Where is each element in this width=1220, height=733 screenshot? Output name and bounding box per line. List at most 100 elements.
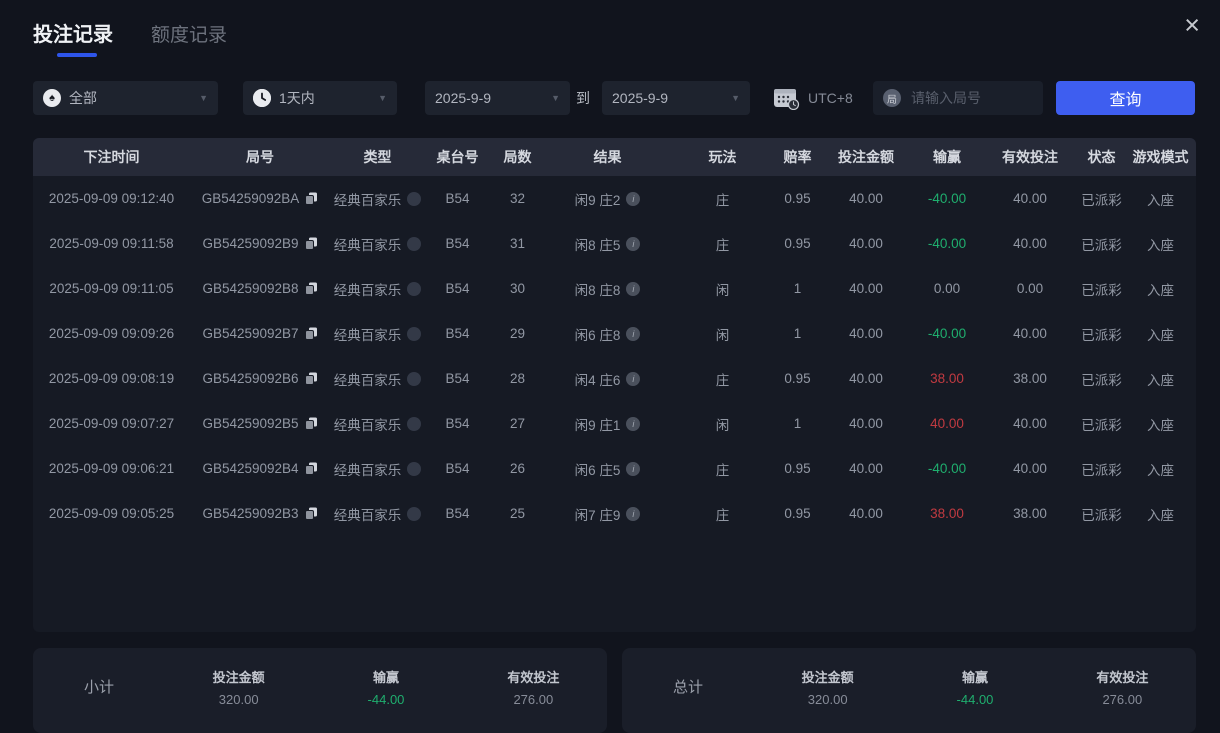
table-row: 2025-09-09 09:12:40 GB54259092BA 经典百家乐 B…	[33, 176, 1196, 221]
info-icon[interactable]: i	[626, 191, 641, 206]
table-header-cell: 游戏模式	[1132, 149, 1189, 165]
table-header-cell: 结果	[593, 149, 622, 165]
table-header-cell: 输赢	[933, 149, 961, 165]
cell-valid-bet: 40.00	[1013, 461, 1047, 476]
info-icon[interactable]: i	[626, 506, 641, 521]
total-panel: 总计 投注金额 320.00 输赢 -44.00 有效投注 276.00	[622, 648, 1196, 733]
cell-bet-time: 2025-09-09 09:05:25	[48, 506, 175, 521]
cell-valid-bet: 40.00	[1013, 191, 1047, 206]
cell-bet-time: 2025-09-09 09:11:05	[49, 281, 174, 296]
cell-game-type: 经典百家乐	[330, 324, 425, 344]
time-range-value: 1天内	[279, 90, 315, 106]
tab-betting-records[interactable]: 投注记录	[33, 18, 113, 57]
round-number-input[interactable]	[909, 89, 1033, 107]
info-icon[interactable]: i	[626, 281, 641, 296]
records-table: 下注时间 局号 类型 桌台号 局数 结果 玩法 赔率 投注金额 输赢 有效投注 状态 游戏模式 2025…	[33, 138, 1196, 632]
date-from-select[interactable]: 2025-9-9 ▼	[425, 81, 570, 115]
cell-game-type: 经典百家乐	[330, 414, 425, 434]
date-to-value: 2025-9-9	[612, 90, 669, 106]
cell-round-id: GB54259092B5	[190, 416, 330, 431]
cell-status: 已派彩	[1081, 417, 1122, 433]
cell-play: 闲	[715, 282, 730, 298]
table-header-cell: 有效投注	[1002, 149, 1058, 165]
cell-status: 已派彩	[1081, 462, 1122, 478]
round-badge-icon: 局	[883, 89, 901, 107]
cell-round-id: GB54259092B7	[190, 326, 330, 341]
copy-icon[interactable]	[304, 462, 318, 475]
subtotal-winloss: 输赢 -44.00	[367, 670, 405, 707]
table-row: 2025-09-09 09:11:05 GB54259092B8 经典百家乐 B…	[33, 266, 1196, 311]
info-icon[interactable]: i	[626, 461, 641, 476]
total-winloss: 输赢 -44.00	[956, 670, 994, 707]
date-to-select[interactable]: 2025-9-9 ▼	[602, 81, 750, 115]
total-valid-bet: 有效投注 276.00	[1096, 670, 1149, 707]
cell-table-no: B54	[445, 191, 470, 206]
cell-result: 闲7 庄9 i	[545, 504, 670, 524]
cell-round-id: GB54259092BA	[190, 191, 330, 206]
close-icon[interactable]: ×	[1178, 10, 1206, 41]
cell-bet-time: 2025-09-09 09:12:40	[48, 191, 175, 206]
cell-game-mode: 入座	[1147, 462, 1174, 478]
cell-bet-amount: 40.00	[849, 281, 883, 296]
info-icon[interactable]: i	[626, 236, 641, 251]
copy-icon[interactable]	[304, 507, 318, 520]
cell-table-no: B54	[445, 281, 470, 296]
copy-icon[interactable]	[304, 327, 318, 340]
info-icon[interactable]: i	[626, 416, 641, 431]
game-type-value: 全部	[69, 90, 97, 106]
copy-icon[interactable]	[304, 417, 318, 430]
cell-play: 庄	[715, 237, 730, 253]
subtotal-valid-bet: 有效投注 276.00	[507, 670, 560, 707]
spade-icon: ♠	[43, 89, 61, 107]
cell-odds: 1	[793, 281, 802, 296]
cell-bet-time: 2025-09-09 09:06:21	[48, 461, 175, 476]
cell-bet-amount: 40.00	[849, 416, 883, 431]
cell-odds: 0.95	[784, 371, 811, 386]
cell-result: 闲8 庄8 i	[545, 279, 670, 299]
table-row: 2025-09-09 09:05:25 GB54259092B3 经典百家乐 B…	[33, 491, 1196, 536]
cell-bet-amount: 40.00	[849, 371, 883, 386]
copy-icon[interactable]	[304, 237, 318, 250]
copy-icon[interactable]	[304, 282, 318, 295]
cell-result: 闲6 庄5 i	[545, 459, 670, 479]
tab-quota-records[interactable]: 额度记录	[151, 20, 227, 57]
cell-status: 已派彩	[1081, 372, 1122, 388]
cell-status: 已派彩	[1081, 237, 1122, 253]
timezone-label: UTC+8	[808, 90, 853, 106]
cell-valid-bet: 38.00	[1013, 371, 1047, 386]
chevron-down-icon: ▼	[199, 93, 208, 103]
cell-table-no: B54	[445, 236, 470, 251]
table-header-cell: 赔率	[783, 149, 812, 165]
table-row: 2025-09-09 09:08:19 GB54259092B6 经典百家乐 B…	[33, 356, 1196, 401]
cell-table-no: B54	[445, 371, 470, 386]
calendar-clock-icon[interactable]	[773, 86, 800, 115]
cell-winloss: -40.00	[927, 326, 967, 341]
info-icon[interactable]: i	[626, 326, 641, 341]
table-header-cell: 状态	[1087, 149, 1116, 165]
info-icon[interactable]: i	[626, 371, 641, 386]
game-type-icon	[407, 281, 422, 296]
tab-betting-records-label: 投注记录	[33, 24, 113, 46]
chevron-down-icon: ▼	[551, 93, 560, 103]
cell-game-mode: 入座	[1147, 237, 1174, 253]
copy-icon[interactable]	[304, 372, 318, 385]
cell-bet-time: 2025-09-09 09:09:26	[48, 326, 175, 341]
query-button[interactable]: 查询	[1056, 81, 1195, 115]
cell-game-type: 经典百家乐	[330, 459, 425, 479]
game-type-select[interactable]: ♠ 全部 ▼	[33, 81, 218, 115]
game-type-icon	[407, 326, 422, 341]
table-row: 2025-09-09 09:07:27 GB54259092B5 经典百家乐 B…	[33, 401, 1196, 446]
cell-game-type: 经典百家乐	[330, 279, 425, 299]
cell-round-count: 31	[509, 236, 526, 251]
cell-game-mode: 入座	[1147, 417, 1174, 433]
date-range-to-label: 到	[576, 90, 590, 106]
cell-play: 闲	[715, 327, 730, 343]
table-row: 2025-09-09 09:06:21 GB54259092B4 经典百家乐 B…	[33, 446, 1196, 491]
cell-bet-amount: 40.00	[849, 191, 883, 206]
cell-round-count: 25	[509, 506, 526, 521]
cell-round-count: 32	[509, 191, 526, 206]
cell-table-no: B54	[445, 416, 470, 431]
cell-round-id: GB54259092B4	[190, 461, 330, 476]
time-range-select[interactable]: 1天内 ▼	[243, 81, 397, 115]
copy-icon[interactable]	[305, 192, 318, 205]
